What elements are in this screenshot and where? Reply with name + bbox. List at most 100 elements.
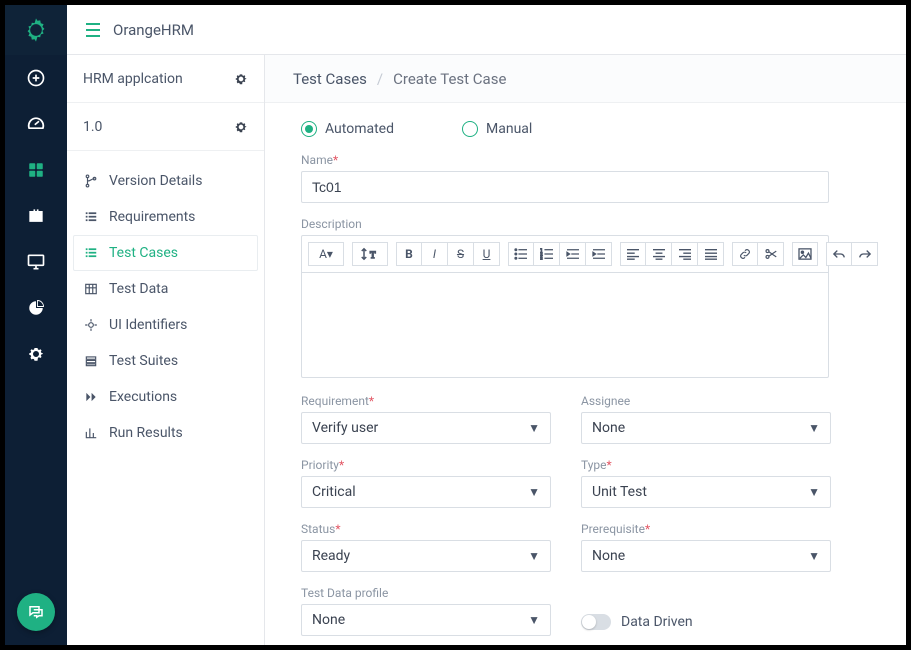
status-select[interactable]: Ready ▼ bbox=[301, 540, 551, 572]
nav-list: Version Details Requirements Test Cases … bbox=[67, 151, 264, 463]
align-left-icon bbox=[626, 248, 640, 260]
select-value: Unit Test bbox=[592, 484, 647, 500]
select-value: Verify user bbox=[312, 420, 378, 436]
rail-dashboard-button[interactable] bbox=[5, 101, 67, 147]
name-label: Name* bbox=[301, 153, 829, 167]
application-settings-button[interactable] bbox=[234, 72, 248, 86]
briefcase-icon bbox=[26, 206, 46, 226]
nav-test-data[interactable]: Test Data bbox=[67, 271, 264, 307]
version-settings-button[interactable] bbox=[234, 120, 248, 134]
rte-indent-button[interactable] bbox=[586, 242, 612, 266]
radio-label: Manual bbox=[486, 121, 532, 137]
rail-briefcase-button[interactable] bbox=[5, 193, 67, 239]
requirement-select[interactable]: Verify user ▼ bbox=[301, 412, 551, 444]
test-data-profile-select[interactable]: None ▼ bbox=[301, 604, 551, 636]
form-footer: Cancel Create bbox=[301, 636, 878, 645]
nav-label: UI Identifiers bbox=[109, 317, 187, 333]
breadcrumb-separator: / bbox=[377, 70, 383, 88]
rte-align-left-button[interactable] bbox=[620, 242, 646, 266]
table-icon bbox=[83, 281, 99, 297]
rail-apps-button[interactable] bbox=[5, 147, 67, 193]
list-check-icon bbox=[83, 245, 99, 261]
select-value: Critical bbox=[312, 484, 356, 500]
gear-icon bbox=[234, 120, 248, 134]
prerequisite-label: Prerequisite* bbox=[581, 522, 831, 536]
prerequisite-select[interactable]: None ▼ bbox=[581, 540, 831, 572]
content: OrangeHRM HRM applcation 1.0 bbox=[67, 5, 906, 645]
rte-align-center-button[interactable] bbox=[646, 242, 672, 266]
radio-dot-icon bbox=[301, 121, 317, 137]
application-row: HRM applcation bbox=[67, 55, 264, 103]
description-editor[interactable] bbox=[301, 272, 829, 378]
radio-dot-icon bbox=[462, 121, 478, 137]
rte-ul-button[interactable] bbox=[508, 242, 534, 266]
nav-run-results[interactable]: Run Results bbox=[67, 415, 264, 451]
rte-font-family-button[interactable]: A▾ bbox=[308, 242, 344, 266]
rte-link-button[interactable] bbox=[732, 242, 758, 266]
mode-manual-radio[interactable]: Manual bbox=[462, 121, 532, 137]
main: Test Cases / Create Test Case Automated … bbox=[265, 55, 906, 645]
branch-icon bbox=[83, 173, 99, 189]
chat-icon bbox=[27, 603, 45, 621]
caret-down-icon: ▼ bbox=[528, 485, 540, 499]
rail-reports-button[interactable] bbox=[5, 285, 67, 331]
rte-strike-button[interactable]: S bbox=[448, 242, 474, 266]
fast-forward-icon bbox=[83, 389, 99, 405]
nav-ui-identifiers[interactable]: UI Identifiers bbox=[67, 307, 264, 343]
rte-italic-button[interactable]: I bbox=[422, 242, 448, 266]
nav-label: Executions bbox=[109, 389, 177, 405]
nav-label: Test Suites bbox=[109, 353, 178, 369]
mode-automated-radio[interactable]: Automated bbox=[301, 121, 394, 137]
breadcrumb-root[interactable]: Test Cases bbox=[293, 70, 367, 88]
rte-underline-button[interactable]: U bbox=[474, 242, 500, 266]
list-icon bbox=[83, 209, 99, 225]
nav-requirements[interactable]: Requirements bbox=[67, 199, 264, 235]
test-data-profile-label: Test Data profile bbox=[301, 586, 551, 600]
grid-icon bbox=[27, 161, 45, 179]
assignee-select[interactable]: None ▼ bbox=[581, 412, 831, 444]
data-driven-label: Data Driven bbox=[621, 614, 693, 630]
rail-monitor-button[interactable] bbox=[5, 239, 67, 285]
caret-down-icon: ▼ bbox=[528, 421, 540, 435]
chat-button[interactable] bbox=[17, 593, 55, 631]
nav-label: Version Details bbox=[109, 173, 202, 189]
caret-down-icon: ▼ bbox=[808, 421, 820, 435]
caret-down-icon: ▼ bbox=[808, 549, 820, 563]
priority-label: Priority* bbox=[301, 458, 551, 472]
rte-bold-button[interactable]: B bbox=[396, 242, 422, 266]
menu-toggle-button[interactable] bbox=[85, 23, 101, 37]
rte-unlink-button[interactable] bbox=[758, 242, 784, 266]
crosshair-icon bbox=[83, 317, 99, 333]
rte-align-justify-button[interactable] bbox=[698, 242, 724, 266]
data-driven-toggle[interactable] bbox=[581, 614, 611, 630]
align-center-icon bbox=[652, 248, 666, 260]
rte-align-right-button[interactable] bbox=[672, 242, 698, 266]
rte-font-size-button[interactable]: T bbox=[352, 242, 388, 266]
nav-executions[interactable]: Executions bbox=[67, 379, 264, 415]
rail-add-button[interactable] bbox=[5, 55, 67, 101]
rte-redo-button[interactable] bbox=[852, 242, 878, 266]
rte-undo-button[interactable] bbox=[826, 242, 852, 266]
nav-test-suites[interactable]: Test Suites bbox=[67, 343, 264, 379]
nav-test-cases[interactable]: Test Cases bbox=[73, 235, 258, 271]
secondary-sidebar: HRM applcation 1.0 Version Details bbox=[67, 55, 265, 645]
undo-icon bbox=[832, 248, 846, 260]
rte-outdent-button[interactable] bbox=[560, 242, 586, 266]
priority-select[interactable]: Critical ▼ bbox=[301, 476, 551, 508]
name-input[interactable] bbox=[301, 171, 829, 203]
align-right-icon bbox=[678, 248, 692, 260]
type-select[interactable]: Unit Test ▼ bbox=[581, 476, 831, 508]
rte-image-button[interactable] bbox=[792, 242, 818, 266]
select-value: None bbox=[592, 548, 625, 564]
underline-icon: U bbox=[483, 247, 491, 261]
rte-toolbar: A▾ T B I S U bbox=[301, 235, 829, 272]
font-icon: A▾ bbox=[319, 247, 333, 261]
bar-chart-icon bbox=[83, 425, 99, 441]
nav-version-details[interactable]: Version Details bbox=[67, 163, 264, 199]
application-label: HRM applcation bbox=[83, 71, 183, 87]
stack-icon bbox=[83, 353, 99, 369]
rail-settings-button[interactable] bbox=[5, 331, 67, 377]
indent-icon bbox=[592, 248, 606, 260]
rte-ol-button[interactable]: 123 bbox=[534, 242, 560, 266]
image-icon bbox=[798, 248, 812, 260]
